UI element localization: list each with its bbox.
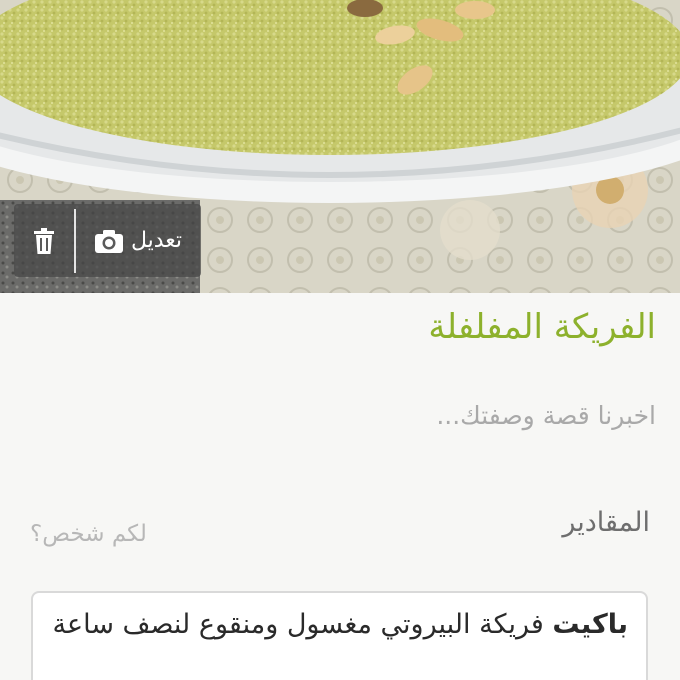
recipe-photo[interactable]: تعديل (0, 0, 680, 293)
photo-toolbar: تعديل (14, 204, 201, 277)
ingredients-heading: المقادير (562, 507, 650, 538)
recipe-title-input[interactable]: الفريكة المفلفلة (428, 307, 656, 347)
ingredient-quantity: باكيت (552, 609, 628, 640)
camera-icon (94, 229, 123, 253)
ingredient-input[interactable]: باكيت فريكة البيروتي مغسول ومنقوع لنصف س… (31, 591, 648, 680)
delete-photo-button[interactable] (14, 204, 74, 277)
ingredient-text: فريكة البيروتي مغسول ومنقوع لنصف ساعة (52, 609, 544, 640)
edit-photo-button[interactable]: تعديل (76, 204, 201, 277)
servings-input[interactable]: لكم شخص؟ (30, 521, 147, 547)
recipe-story-input[interactable]: اخبرنا قصة وصفتك... (436, 401, 656, 430)
recipe-editor-screen: تعديل الفريكة المفلفلة اخبرنا قصة وصفتك.… (0, 0, 680, 680)
trash-icon (32, 227, 56, 254)
recipe-form: الفريكة المفلفلة اخبرنا قصة وصفتك... الم… (0, 293, 680, 680)
edit-photo-label: تعديل (130, 228, 183, 253)
